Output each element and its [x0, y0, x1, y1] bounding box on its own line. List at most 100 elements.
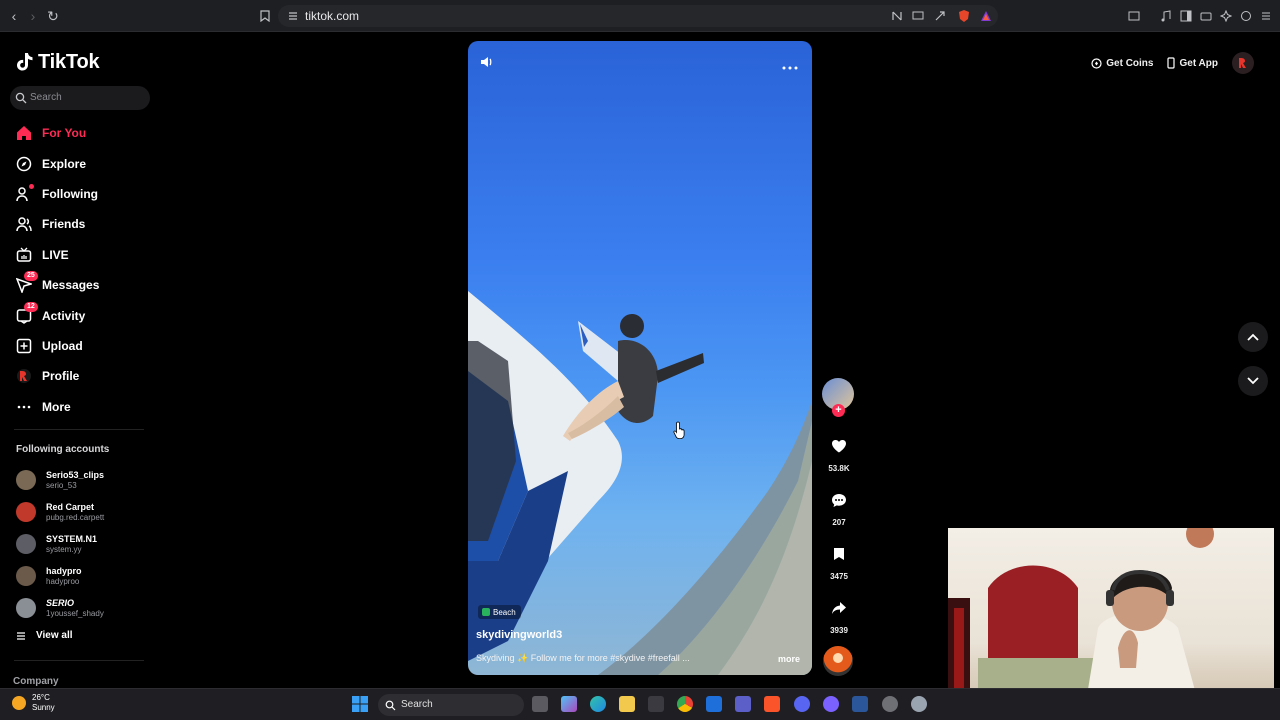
- view-all-button[interactable]: View all: [16, 630, 73, 641]
- nav-messages[interactable]: 25 Messages: [0, 270, 160, 300]
- word-icon[interactable]: [852, 696, 868, 712]
- account-name: SYSTEM.N1: [46, 533, 98, 544]
- chrome-icon[interactable]: [677, 696, 693, 712]
- media-icon[interactable]: [1158, 8, 1174, 24]
- app-icon[interactable]: [823, 696, 839, 712]
- wallet-icon[interactable]: [1198, 8, 1214, 24]
- bookmark-icon[interactable]: [257, 8, 273, 24]
- nav-label: Friends: [42, 217, 86, 232]
- sidebar-toggle-icon[interactable]: [1178, 8, 1194, 24]
- heart-icon: [825, 432, 853, 460]
- discord-icon[interactable]: [794, 696, 810, 712]
- rewards-icon[interactable]: [978, 8, 994, 24]
- brave-shield-icon[interactable]: [956, 8, 972, 24]
- video-caption: Skydiving ✨ Follow me for more #skydive …: [476, 653, 690, 663]
- sun-icon: [12, 696, 26, 710]
- taskbar-search[interactable]: Search: [378, 694, 524, 716]
- copilot-icon[interactable]: [561, 696, 577, 712]
- following-accounts-title: Following accounts: [16, 444, 110, 455]
- weather-widget[interactable]: 26°C Sunny: [12, 693, 55, 713]
- comment-count: 207: [832, 518, 846, 527]
- avatar: [16, 566, 36, 586]
- nav-label: LIVE: [42, 247, 69, 262]
- location-tag[interactable]: Beach: [478, 605, 521, 619]
- task-view-icon[interactable]: [532, 696, 548, 712]
- nav-friends[interactable]: Friends: [0, 209, 160, 239]
- account-item[interactable]: Red Carpet pubg.red.carpett: [16, 496, 104, 528]
- share-button[interactable]: 3939: [822, 594, 856, 635]
- app-icon[interactable]: [882, 696, 898, 712]
- account-item[interactable]: SYSTEM.N1 system.yy: [16, 528, 104, 560]
- account-item[interactable]: Serio53_clips serio_53: [16, 464, 104, 496]
- video-player[interactable]: Beach skydivingworld3 Skydiving ✨ Follow…: [468, 41, 812, 675]
- leo-ai-icon[interactable]: [1218, 8, 1234, 24]
- share-icon[interactable]: [932, 8, 948, 24]
- site-info-icon[interactable]: [287, 10, 299, 22]
- nav-activity[interactable]: 12 Activity: [0, 300, 160, 330]
- file-explorer-icon[interactable]: [619, 696, 635, 712]
- music-disc-icon[interactable]: [823, 646, 853, 676]
- get-coins-button[interactable]: Get Coins: [1091, 58, 1153, 69]
- next-video-button[interactable]: [1238, 366, 1268, 396]
- previous-video-button[interactable]: [1238, 322, 1268, 352]
- location-tag-label: Beach: [493, 607, 516, 617]
- tiktok-logo[interactable]: TikTok: [16, 48, 100, 76]
- menu-icon[interactable]: [1258, 8, 1274, 24]
- account-handle: serio_53: [46, 480, 77, 490]
- nav-live[interactable]: LIVE: [0, 240, 160, 270]
- teams-icon[interactable]: [735, 696, 751, 712]
- nav-for-you[interactable]: For You: [0, 118, 160, 148]
- account-name: SERIO: [46, 597, 75, 608]
- account-item[interactable]: SERIO 1youssef_shady: [16, 592, 104, 624]
- nav-upload[interactable]: Upload: [0, 331, 160, 361]
- get-app-button[interactable]: Get App: [1167, 57, 1218, 69]
- like-button[interactable]: 53.8K: [822, 432, 856, 473]
- hand-cursor-icon: [673, 421, 685, 439]
- search-input[interactable]: Search: [10, 86, 150, 110]
- save-button[interactable]: 3475: [822, 540, 856, 581]
- store-icon[interactable]: [648, 696, 664, 712]
- forward-icon[interactable]: ›: [25, 8, 41, 24]
- location-tag-icon: [482, 608, 490, 616]
- reader-icon[interactable]: [889, 8, 905, 24]
- account-item[interactable]: hadypro hadyproo: [16, 560, 104, 592]
- tiktok-logo-icon: [17, 53, 33, 71]
- more-options-icon[interactable]: [782, 57, 798, 75]
- friends-icon: [16, 216, 32, 232]
- video-author[interactable]: skydivingworld3: [476, 629, 562, 641]
- nav-label: Explore: [42, 156, 87, 171]
- nav-label: Activity: [42, 308, 86, 323]
- following-accounts-list: Serio53_clips serio_53 Red Carpet pubg.red…: [16, 464, 104, 624]
- back-icon[interactable]: ‹: [6, 8, 22, 24]
- avatar: [16, 534, 36, 554]
- nav-profile[interactable]: Profile: [0, 361, 160, 391]
- brave-icon[interactable]: [764, 696, 780, 712]
- get-coins-label: Get Coins: [1106, 57, 1154, 69]
- caption-more-button[interactable]: more: [778, 654, 800, 664]
- nav-explore[interactable]: Explore: [0, 148, 160, 178]
- comment-button[interactable]: 207: [822, 486, 856, 527]
- taskbar-search-label: Search: [401, 699, 433, 710]
- settings-icon[interactable]: [911, 696, 927, 712]
- save-count: 3475: [830, 572, 848, 581]
- company-link[interactable]: Company: [13, 676, 59, 687]
- nav-label: More: [42, 399, 71, 414]
- account-handle: pubg.red.carpett: [46, 512, 105, 522]
- volume-icon[interactable]: [480, 55, 494, 74]
- vpn-icon[interactable]: [1238, 8, 1254, 24]
- weather-condition: Sunny: [32, 703, 55, 712]
- edge-icon[interactable]: [590, 696, 606, 712]
- cast-icon[interactable]: [910, 8, 926, 24]
- activity-badge: 12: [24, 301, 38, 312]
- screenshot-icon[interactable]: [1126, 8, 1142, 24]
- user-avatar[interactable]: [1232, 52, 1254, 74]
- mail-icon[interactable]: [706, 696, 722, 712]
- follow-plus-icon[interactable]: +: [832, 404, 845, 417]
- nav-following[interactable]: Following: [0, 179, 160, 209]
- get-app-label: Get App: [1179, 57, 1218, 69]
- logo-text: TikTok: [38, 50, 100, 73]
- nav-more[interactable]: More: [0, 392, 160, 422]
- like-count: 53.8K: [828, 464, 850, 473]
- windows-start-icon[interactable]: [352, 696, 368, 712]
- reload-icon[interactable]: ↻: [45, 8, 61, 24]
